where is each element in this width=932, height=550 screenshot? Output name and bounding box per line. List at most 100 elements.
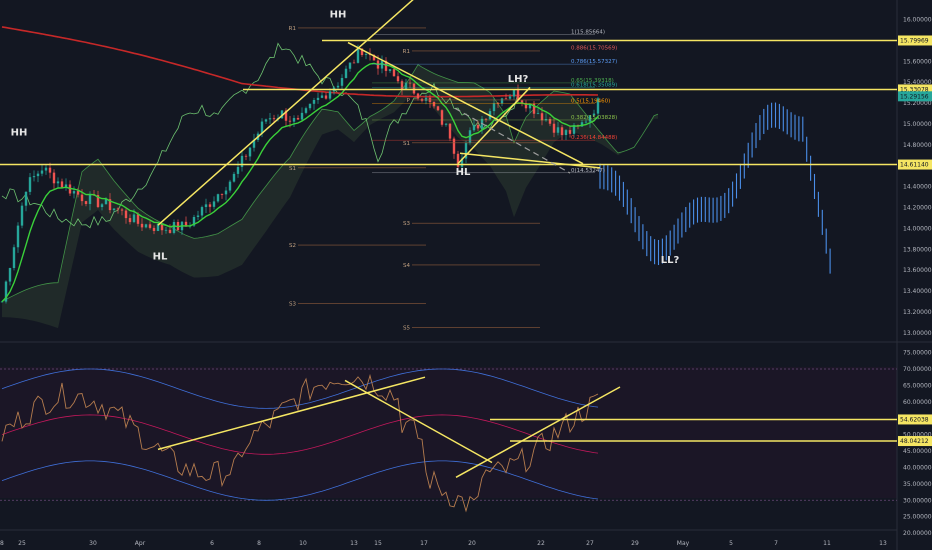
candle-body [472,124,476,131]
candle-body [16,225,20,248]
price-tag-label: 15.29156 [900,93,929,100]
candle-body [328,91,332,99]
candle-body [200,207,204,216]
time-tick-label: May [677,540,690,547]
candle-body [88,194,92,204]
candle-body [32,176,36,178]
oscillator-tag-label: 54.62038 [900,416,929,423]
time-tick-label: 30 [89,540,97,547]
time-tick-label: 15 [374,540,382,547]
oscillator-tick-label: 45.00000 [903,448,932,455]
candle-body [152,227,156,231]
candle-body [228,181,232,191]
candle-body [172,221,176,233]
oscillator-tag-label: 48.04212 [900,438,929,445]
candle-body [264,119,268,122]
candle-body [560,127,564,136]
candle-body [28,177,32,192]
candle-body [300,112,304,120]
time-tick-label: 29 [631,540,639,547]
oscillator-tick-label: 40.00000 [903,464,932,471]
pivot-label: S5 [403,326,410,332]
candle-body [416,93,420,99]
pivot-label: S1 [289,166,296,172]
candle-body [84,201,88,204]
candle-body [424,97,428,101]
candle-body [412,83,416,94]
candle-body [52,172,56,184]
trading-chart[interactable]: R1R1PS1S1S2S3S3S4S5 1(15.85664)0.786(15.… [0,0,932,550]
candle-body [500,98,504,104]
candle-body [56,181,60,184]
candle-body [316,97,320,100]
candle-body [136,214,140,224]
candle-body [232,173,236,182]
annotation-label: LL? [661,255,680,266]
fib-label: 0.236(14.84488) [571,135,617,141]
candle-body [504,98,508,100]
price-tick-label: 14.40000 [903,184,932,191]
time-tick-label: 25 [18,540,26,547]
time-tick-label: 27 [586,540,594,547]
candle-body [400,81,404,89]
pivot-label: R1 [289,26,296,32]
price-tick-label: 16.00000 [903,17,932,24]
oscillator-tick-label: 65.00000 [903,382,932,389]
candle-body [272,118,276,120]
candle-body [120,209,124,211]
fib-label: 0.5(15.19460) [571,99,610,105]
time-tick-label: 5 [729,540,733,547]
candle-body [404,82,408,89]
candle-body [12,247,16,268]
price-tag-label: 14.61140 [900,162,929,169]
candle-body [564,130,568,136]
candle-body [140,223,144,228]
candle-body [72,191,76,194]
pivot-label: S1 [403,141,410,147]
time-tick-label: 17 [420,540,428,547]
candle-body [344,68,348,78]
candle-body [484,118,488,120]
price-tick-label: 13.20000 [903,309,932,316]
price-tick-label: 13.40000 [903,288,932,295]
pivot-label: S4 [403,263,410,269]
candle-body [396,76,400,82]
candle-body [40,170,44,174]
price-tick-label: 15.00000 [903,121,932,128]
time-tick-label: 11 [823,540,831,547]
fib-label: 0.618(15.35089) [571,82,617,88]
fib-label: 0.786(15.57327) [571,59,617,65]
price-tick-label: 15.60000 [903,58,932,65]
annotation-label: HH [11,127,28,138]
candle-body [308,103,312,109]
price-tick-label: 13.60000 [903,267,932,274]
candle-body [288,120,292,122]
annotation-label: HH [330,9,347,20]
candle-body [124,210,128,219]
pivot-label: R1 [403,49,410,55]
candle-body [168,229,172,233]
candle-body [164,229,168,231]
candle-body [76,191,80,195]
candle-body [304,108,308,113]
oscillator-tick-label: 70.00000 [903,366,932,373]
candle-body [540,113,544,121]
annotation-label: HL [153,252,168,263]
time-tick-label: 7 [774,540,778,547]
price-tick-label: 14.80000 [903,142,932,149]
candle-body [208,204,212,207]
candle-body [452,138,456,154]
candle-body [48,167,52,173]
candle-body [568,130,572,134]
time-tick-label: 8 [257,540,261,547]
candle-body [236,167,240,174]
candle-body [364,54,368,56]
candle-body [112,208,116,211]
candle-body [508,96,512,99]
price-tick-label: 14.20000 [903,204,932,211]
candle-body [216,194,220,202]
indicator-band [0,367,897,498]
candle-body [196,215,200,217]
pivot-label: S2 [289,243,296,249]
pivot-label: S3 [403,221,410,227]
